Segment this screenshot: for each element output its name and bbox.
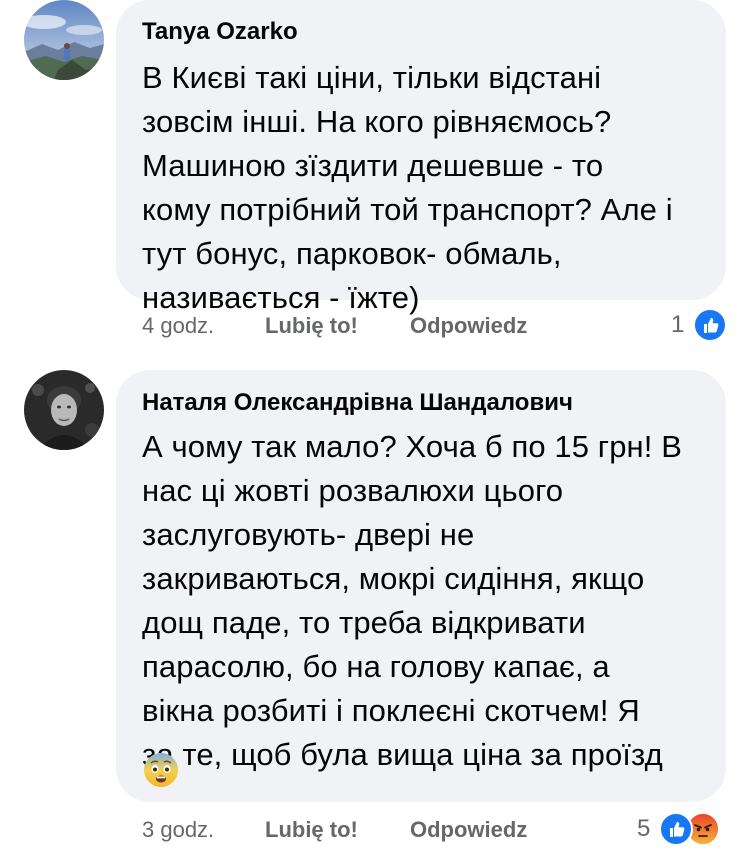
reply-button[interactable]: Odpowiedz [410,817,527,843]
reaction-count[interactable]: 5 [637,815,650,843]
like-button[interactable]: Lubię to! [265,817,358,843]
comment-text-line: дощ паде, то треба відкривати [142,605,586,640]
comment-text-line: А чому так мало? Хоча б по 15 грн! В [142,429,682,464]
reply-button[interactable]: Odpowiedz [410,313,527,339]
comment-text-line: вікна розбиті і поклеєні скотчем! Я [142,693,640,728]
comment-author[interactable]: Tanya Ozarko [142,18,298,46]
avatar-photo-portrait [24,370,104,450]
comment-text-line: закриваються, мокрі сидіння, якщо [142,561,645,596]
comment-text-line: кому потрібний той транспорт? Але і [142,192,673,227]
like-icon [659,812,693,846]
like-icon [693,308,727,342]
comment-text-line: зовсім інші. На кого рівняємось? [142,104,612,139]
comment-text-line: В Києві такі ціни, тільки відстані [142,60,602,95]
comment-actions: 4 godz. Lubię to! Odpowiedz [0,313,750,343]
comment-timestamp[interactable]: 3 godz. [142,817,214,843]
comment-text-line: нас ці жовті розвалюхи цього [142,473,564,508]
avatar[interactable] [24,0,104,80]
comment-text: А чому так мало? Хоча б по 15 грн! В нас… [142,425,682,777]
comment-text-line: тут бонус, парковок- обмаль, [142,236,562,271]
avatar[interactable] [24,370,104,450]
comment-text: В Києві такі ціни, тільки відстані зовсі… [142,56,673,320]
comment-text-line: за те, щоб була вища ціна за проїзд [142,737,663,772]
reaction-count[interactable]: 1 [671,311,684,339]
comment-timestamp[interactable]: 4 godz. [142,313,214,339]
comment-text-line: Машиною зїздити дешевше - то [142,148,604,183]
comment-text-line: парасолю, бо на голову капає, а [142,649,610,684]
fearful-face-emoji [143,752,179,788]
like-button[interactable]: Lubię to! [265,313,358,339]
comment-author[interactable]: Наталя Олександрівна Шандалович [142,389,573,417]
comment-text-line: заслуговують- двері не [142,517,475,552]
avatar-photo-mountains [24,0,104,80]
